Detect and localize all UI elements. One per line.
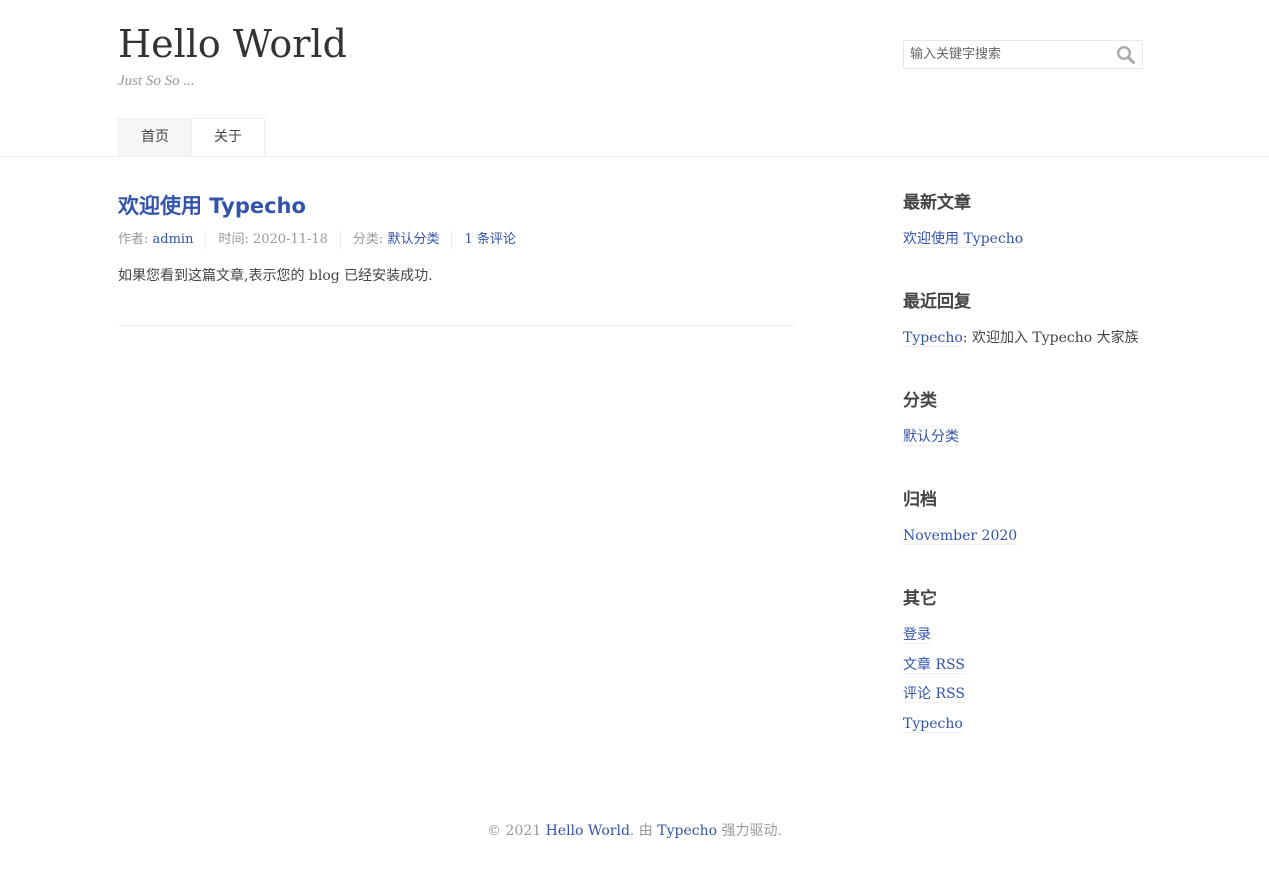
recent-posts-list: 欢迎使用 Typecho (903, 228, 1153, 250)
list-item: 默认分类 (903, 426, 1153, 448)
main-nav: 首页 关于 (118, 118, 265, 156)
posts-rss-link[interactable]: 文章 RSS (903, 656, 965, 674)
site-title[interactable]: Hello World (118, 20, 347, 68)
nav-item-home[interactable]: 首页 (118, 118, 192, 156)
post-comments-link[interactable]: 1 条评论 (464, 232, 515, 247)
archive-link[interactable]: November 2020 (903, 528, 1018, 545)
widget-title-recent-posts: 最新文章 (903, 193, 971, 213)
post-date: 时间: 2020-11-18 (205, 230, 339, 250)
post-category: 分类: 默认分类 (339, 230, 452, 250)
site-header: Hello World Just So So ... 首页 关于 (0, 0, 1269, 157)
list-item: 欢迎使用 Typecho (903, 228, 1153, 250)
list-item: Typecho (903, 713, 1153, 735)
nav-item-about[interactable]: 关于 (192, 118, 265, 156)
footer-by-text: . 由 (629, 823, 658, 839)
list-item: November 2020 (903, 525, 1153, 547)
login-link[interactable]: 登录 (903, 627, 931, 644)
post: 欢迎使用 Typecho 作者: admin 时间: 2020-11-18 分类… (118, 186, 794, 326)
recent-comments-list: Typecho: 欢迎加入 Typecho 大家族 (903, 327, 1153, 349)
typecho-link[interactable]: Typecho (903, 716, 963, 734)
list-item: 文章 RSS (903, 654, 1153, 676)
categories-list: 默认分类 (903, 426, 1153, 448)
category-link[interactable]: 默认分类 (903, 429, 959, 446)
other-list: 登录 文章 RSS 评论 RSS Typecho (903, 624, 1153, 735)
post-author-link[interactable]: admin (153, 232, 194, 247)
comment-author-link[interactable]: Typecho (903, 330, 963, 347)
widget-other: 其它 登录 文章 RSS 评论 RSS Typecho (903, 582, 1153, 735)
post-content: 如果您看到这篇文章,表示您的 blog 已经安装成功. (118, 268, 433, 284)
site-description: Just So So ... (118, 73, 195, 89)
post-meta: 作者: admin 时间: 2020-11-18 分类: 默认分类 1 条评论 (118, 230, 528, 250)
widget-title-other: 其它 (903, 589, 937, 609)
post-author-label: 作者: (118, 232, 153, 247)
widget-categories: 分类 默认分类 (903, 384, 1153, 448)
search-form (903, 40, 1143, 69)
recent-post-link[interactable]: 欢迎使用 Typecho (903, 231, 1024, 248)
footer-powered-text: 强力驱动. (717, 823, 782, 839)
post-author: 作者: admin (118, 230, 205, 250)
comments-rss-link[interactable]: 评论 RSS (903, 686, 965, 704)
post-category-label: 分类: (352, 232, 388, 247)
search-input[interactable] (904, 41, 1110, 68)
widget-recent-comments: 最近回复 Typecho: 欢迎加入 Typecho 大家族 (903, 285, 1153, 349)
post-date-label: 时间: (218, 232, 253, 247)
post-category-link[interactable]: 默认分类 (387, 232, 439, 247)
page: Hello World Just So So ... 首页 关于 欢迎使用 Ty… (0, 0, 1269, 869)
footer-typecho-link[interactable]: Typecho (657, 823, 717, 839)
comment-separator: : (962, 330, 972, 346)
archives-list: November 2020 (903, 525, 1153, 547)
list-item: 登录 (903, 624, 1153, 646)
list-item: Typecho: 欢迎加入 Typecho 大家族 (903, 327, 1153, 349)
post-title[interactable]: 欢迎使用 Typecho (118, 190, 306, 220)
search-icon[interactable] (1116, 45, 1136, 65)
post-date-value: 2020-11-18 (252, 232, 328, 247)
site-footer: © 2021 Hello World. 由 Typecho 强力驱动. (0, 820, 1269, 840)
list-item: 评论 RSS (903, 683, 1153, 705)
widget-title-archives: 归档 (903, 490, 937, 510)
widget-archives: 归档 November 2020 (903, 483, 1153, 547)
footer-copyright: © 2021 (487, 823, 546, 839)
post-comments: 1 条评论 (451, 230, 527, 250)
footer-site-link[interactable]: Hello World (546, 823, 630, 839)
comment-text: 欢迎加入 Typecho 大家族 (971, 330, 1139, 346)
widget-title-categories: 分类 (903, 391, 937, 411)
widget-title-recent-comments: 最近回复 (903, 292, 971, 312)
widget-recent-posts: 最新文章 欢迎使用 Typecho (903, 186, 1153, 250)
